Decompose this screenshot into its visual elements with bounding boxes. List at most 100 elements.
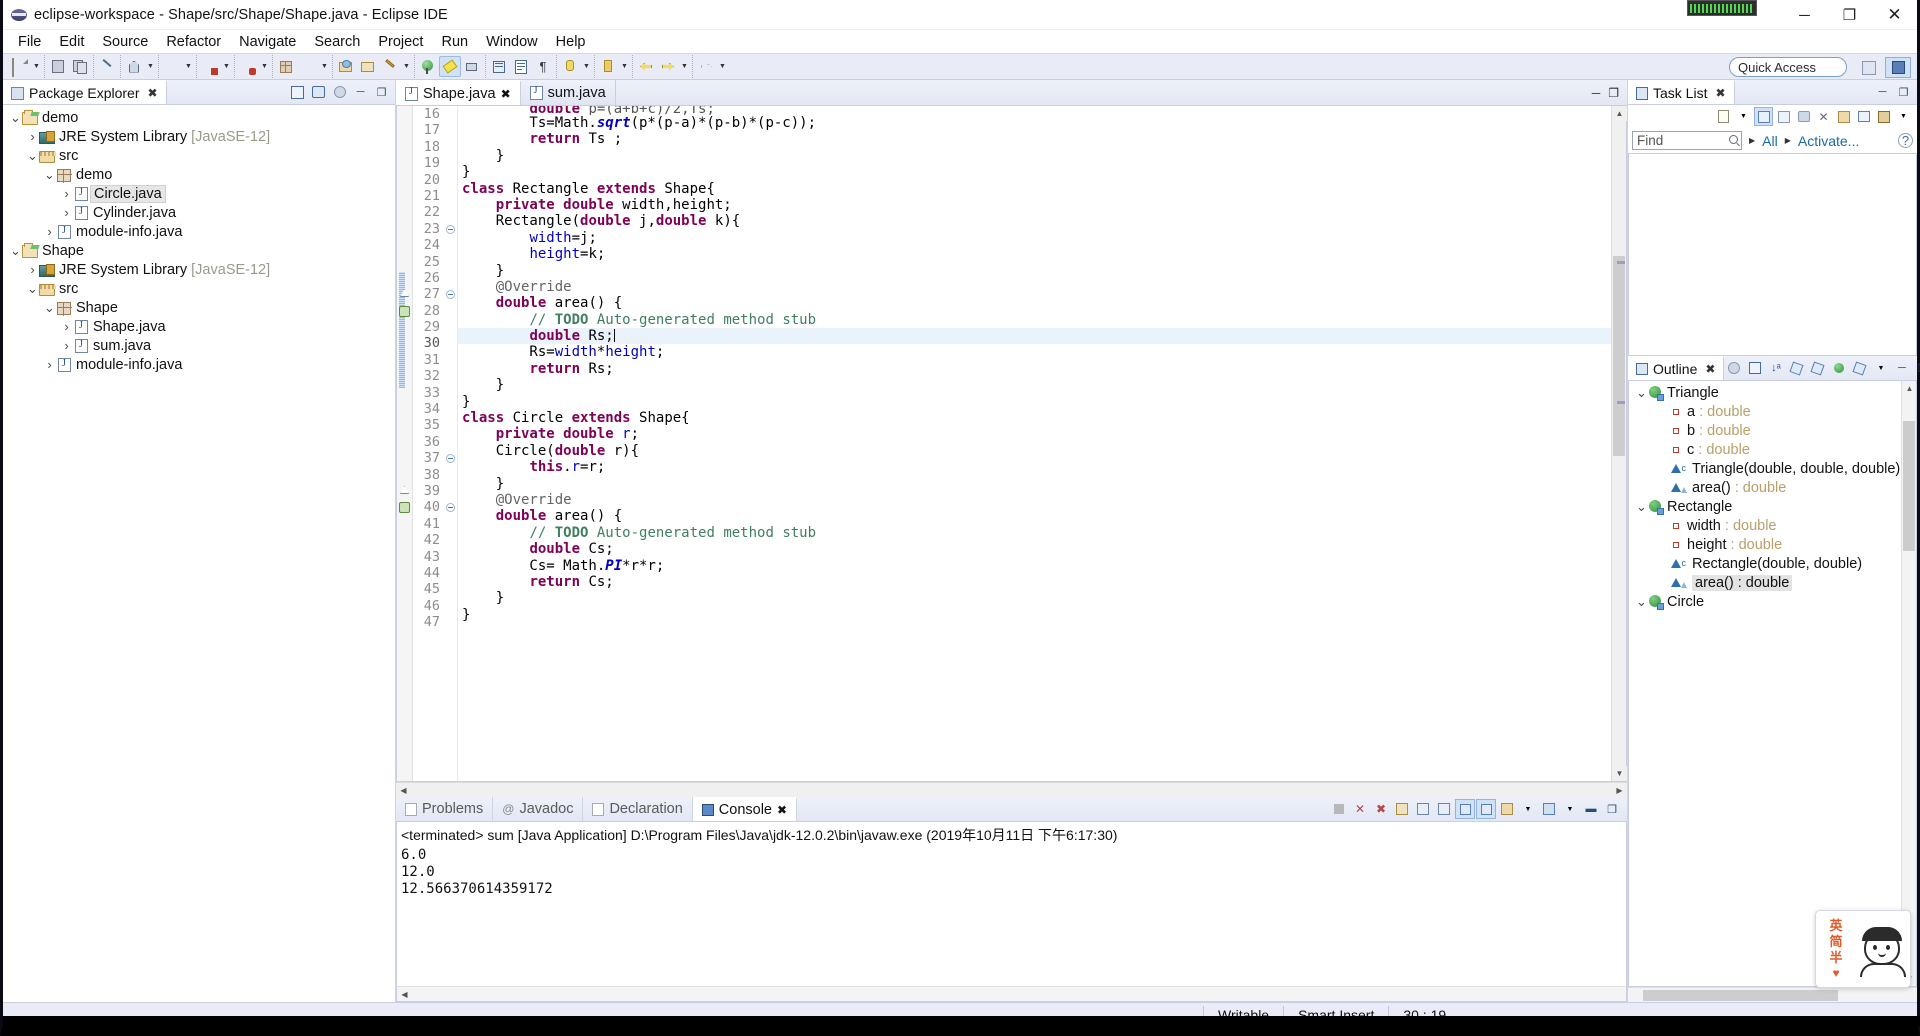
tree-item-sum-java[interactable]: › sum.java [3,336,395,355]
minimize-icon[interactable]: ─ [1592,86,1601,100]
maximize-icon[interactable]: ❐ [1913,359,1920,378]
coverage-dropdown-icon[interactable]: ▼ [259,56,270,77]
menu-source[interactable]: Source [93,32,157,52]
help-icon[interactable]: ? [1898,133,1913,148]
java-perspective-icon[interactable] [1885,57,1911,78]
new-class-dropdown-icon[interactable]: ▼ [319,56,330,77]
view-menu-icon[interactable] [330,83,349,102]
chevron-right-icon[interactable]: › [43,357,56,372]
code-line[interactable]: Rs=width*height; [458,344,1611,360]
collapse-all-icon[interactable] [1745,359,1764,378]
code-line[interactable]: return Rs; [458,361,1611,377]
toggle-mark-occurrences-icon[interactable] [510,56,532,77]
outline-tree[interactable]: ⌄ Triangle a : double b : double c : double c… [1628,381,1917,987]
build-dropdown-icon[interactable]: ▼ [145,56,156,77]
chevron-right-icon[interactable]: › [60,338,73,353]
chevron-down-icon[interactable]: ⌄ [43,301,56,314]
maximize-icon[interactable]: ❐ [1894,83,1913,102]
next-dropdown-icon[interactable]: ▼ [717,56,728,77]
console-horizontal-scrollbar[interactable]: ◀ [397,986,1626,1001]
code-line[interactable]: double Cs; [458,541,1611,557]
terminate-icon[interactable] [1329,799,1349,819]
chevron-down-icon[interactable]: ⌄ [1635,595,1648,608]
external-tools-icon[interactable] [488,56,510,77]
tab-outline[interactable]: Outline ✖ [1628,356,1725,380]
fold-collapse-icon[interactable] [443,286,457,302]
chevron-right-icon[interactable]: › [60,205,73,220]
code-line[interactable]: } [458,590,1611,606]
new-task-dropdown-icon[interactable]: ▼ [1734,107,1753,126]
scroll-left-arrow-icon[interactable]: ◀ [396,783,411,798]
outline-item-height[interactable]: height : double [1629,535,1901,554]
close-icon[interactable]: ✖ [1705,362,1715,376]
chevron-down-icon[interactable]: ⌄ [1635,500,1648,513]
chevron-right-icon[interactable]: › [26,262,39,277]
view-menu-icon[interactable]: ▼ [1894,107,1913,126]
open-perspective-icon[interactable] [1856,57,1882,78]
tree-item-module-info-java[interactable]: › module-info.java [3,222,395,241]
scroll-up-arrow-icon[interactable]: ▲ [1902,381,1917,396]
link-icon[interactable] [96,56,118,77]
code-line[interactable]: return Ts ; [458,131,1611,147]
menu-file[interactable]: File [9,32,50,52]
maximize-icon[interactable]: ❐ [1602,799,1622,819]
outline-item-area[interactable]: area() : double [1629,478,1901,497]
scroll-right-arrow-icon[interactable]: ▶ [1612,783,1627,798]
remove-all-icon[interactable]: ✖ [1371,799,1391,819]
hide-static-icon[interactable] [1808,359,1827,378]
minimize-button[interactable]: ─ [1782,0,1827,30]
code-line[interactable]: // TODO Auto-generated method stub [458,525,1611,541]
outline-item-b[interactable]: b : double [1629,421,1901,440]
tree-item-shape[interactable]: ⌄ Shape [3,298,395,317]
chevron-right-icon[interactable]: › [26,129,39,144]
activate-link[interactable]: Activate... [1798,133,1859,149]
minimize-icon[interactable]: ▬ [1581,799,1601,819]
new-task-icon[interactable] [1714,107,1733,126]
build-icon[interactable] [123,56,145,77]
minimize-icon[interactable]: ─ [1892,359,1911,378]
save-all-icon[interactable] [69,56,91,77]
quick-access-input[interactable]: Quick Access [1729,57,1847,77]
next-annotation-dropdown-icon[interactable]: ▼ [619,56,630,77]
code-line[interactable]: return Cs; [458,574,1611,590]
code-line[interactable]: } [458,377,1611,393]
scroll-thumb[interactable] [1643,989,1838,1001]
back-icon[interactable] [635,56,657,77]
overview-marker[interactable] [1617,261,1625,264]
ime-halfwidth-char[interactable]: 半 [1829,950,1842,965]
outline-item-triangle[interactable]: ⌄ Triangle [1629,383,1901,402]
tab-declaration[interactable]: Declaration [583,797,693,821]
open-type-icon[interactable] [335,56,357,77]
code-line[interactable]: } [458,263,1611,279]
outline-item-area-double[interactable]: area() : double [1629,573,1901,592]
scroll-thumb[interactable] [1903,421,1915,551]
activate-expand-icon[interactable]: ▶ [1785,136,1791,145]
new-wizard-icon[interactable] [9,56,31,77]
fold-collapse-icon[interactable] [443,450,457,466]
last-edit-dropdown-icon[interactable]: ▼ [581,56,592,77]
outline-vertical-scrollbar[interactable]: ▲ ▼ [1901,381,1916,986]
open-console-icon[interactable] [1539,799,1559,819]
menu-run[interactable]: Run [432,32,477,52]
maximize-icon[interactable]: ❐ [1608,86,1619,100]
code-line[interactable]: Circle(double r){ [458,443,1611,459]
pin-console-icon[interactable] [1476,799,1496,819]
close-icon[interactable]: ✖ [777,803,787,817]
menu-window[interactable]: Window [477,32,547,52]
outline-item-rectangle[interactable]: ⌄ Rectangle [1629,497,1901,516]
minimize-icon[interactable]: ─ [1873,83,1892,102]
scroll-thumb[interactable] [1613,256,1625,456]
code-line[interactable]: Rectangle(double j,double k){ [458,213,1611,229]
editor-marker-ruler[interactable] [397,106,413,781]
editor-horizontal-scrollbar[interactable]: ◀ ▶ [396,782,1627,797]
clear-console-icon[interactable] [1392,799,1412,819]
code-line[interactable]: Cs= Math.PI*r*r; [458,558,1611,574]
collapse-all-icon[interactable] [288,83,307,102]
menu-refactor[interactable]: Refactor [157,32,230,52]
code-line[interactable]: double p=(a+b+c)/2,Ts; [458,106,1611,115]
tree-item-module-info-java[interactable]: › module-info.java [3,355,395,374]
tree-item-demo[interactable]: ⌄ demo [3,108,395,127]
scroll-down-arrow-icon[interactable]: ▼ [1612,766,1627,781]
debug-icon[interactable] [199,56,221,77]
menu-project[interactable]: Project [369,32,432,52]
